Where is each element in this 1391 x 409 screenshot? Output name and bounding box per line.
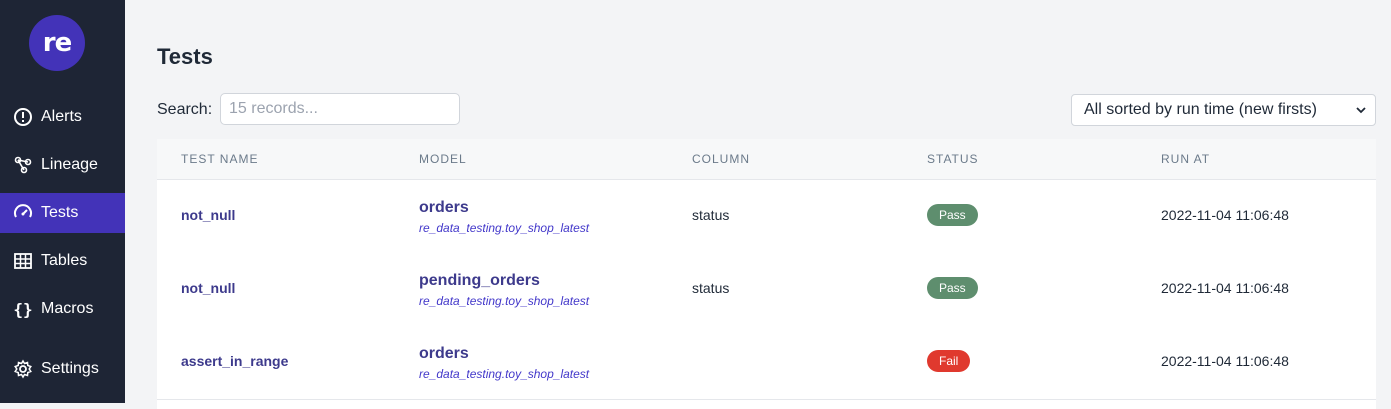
tests-table: TEST NAME MODEL COLUMN STATUS RUN AT not…: [157, 139, 1376, 409]
braces-icon: {}: [13, 299, 33, 319]
sidebar-item-label: Tables: [41, 252, 88, 269]
sidebar-item-alerts[interactable]: Alerts: [0, 97, 125, 137]
lineage-icon: [13, 155, 33, 175]
table-row[interactable]: not_null pending_orders re_data_testing.…: [157, 253, 1376, 327]
column-header-model[interactable]: MODEL: [419, 152, 467, 166]
table-icon: [13, 251, 33, 271]
model-path: re_data_testing.toy_shop_latest: [419, 367, 590, 381]
sidebar-item-lineage[interactable]: Lineage: [0, 145, 125, 185]
sort-select-value: All sorted by run time (new firsts): [1084, 101, 1317, 118]
run-at-value: 2022-11-04 11:06:48: [1161, 280, 1289, 296]
sort-select[interactable]: All sorted by run time (new firsts): [1071, 94, 1376, 126]
gauge-icon: [13, 203, 33, 223]
sidebar-item-macros[interactable]: {} Macros: [0, 289, 125, 329]
table-row[interactable]: not_null orders re_data_testing.toy_shop…: [157, 180, 1376, 254]
sidebar-item-label: Macros: [41, 300, 94, 317]
status-badge: Fail: [927, 350, 971, 372]
column-header-run-at[interactable]: RUN AT: [1161, 152, 1210, 166]
model-path: re_data_testing.toy_shop_latest: [419, 221, 590, 235]
sidebar: re Alerts Lineage Tests Tables {} Macros…: [0, 0, 125, 403]
test-name-link[interactable]: not_null: [181, 207, 235, 223]
main-content: Tests Search: All sorted by run time (ne…: [125, 0, 1391, 409]
model-link[interactable]: orders: [419, 199, 469, 217]
test-name-link[interactable]: not_null: [181, 280, 235, 296]
chevron-down-icon: [1356, 107, 1366, 114]
table-row[interactable]: assert_in_range orders re_data_testing.t…: [157, 326, 1376, 400]
sidebar-item-label: Tests: [41, 204, 79, 221]
run-at-value: 2022-11-04 11:06:48: [1161, 207, 1289, 223]
sidebar-item-settings[interactable]: Settings: [0, 349, 125, 389]
sidebar-item-tests[interactable]: Tests: [0, 193, 125, 233]
app-logo[interactable]: re: [29, 15, 85, 71]
gear-icon: [13, 359, 33, 379]
status-badge: Pass: [927, 277, 978, 299]
model-path: re_data_testing.toy_shop_latest: [419, 294, 590, 308]
test-name-link[interactable]: assert_in_range: [181, 353, 288, 369]
sidebar-item-label: Lineage: [41, 156, 98, 173]
model-link[interactable]: pending_orders: [419, 272, 540, 290]
run-at-value: 2022-11-04 11:06:48: [1161, 353, 1289, 369]
alert-circle-icon: [13, 107, 33, 127]
search-label: Search:: [157, 101, 213, 118]
page-title: Tests: [157, 44, 213, 69]
column-value: status: [692, 280, 730, 296]
logo-text: re: [42, 28, 72, 58]
status-badge: Pass: [927, 204, 978, 226]
column-header-status[interactable]: STATUS: [927, 152, 979, 166]
search-input[interactable]: [220, 93, 460, 125]
column-value: status: [692, 207, 730, 223]
table-header: TEST NAME MODEL COLUMN STATUS RUN AT: [157, 139, 1376, 180]
column-header-column[interactable]: COLUMN: [692, 152, 750, 166]
sidebar-item-tables[interactable]: Tables: [0, 241, 125, 281]
sidebar-item-label: Settings: [41, 360, 99, 377]
column-header-test-name[interactable]: TEST NAME: [181, 152, 258, 166]
sidebar-item-label: Alerts: [41, 108, 82, 125]
model-link[interactable]: orders: [419, 345, 469, 363]
